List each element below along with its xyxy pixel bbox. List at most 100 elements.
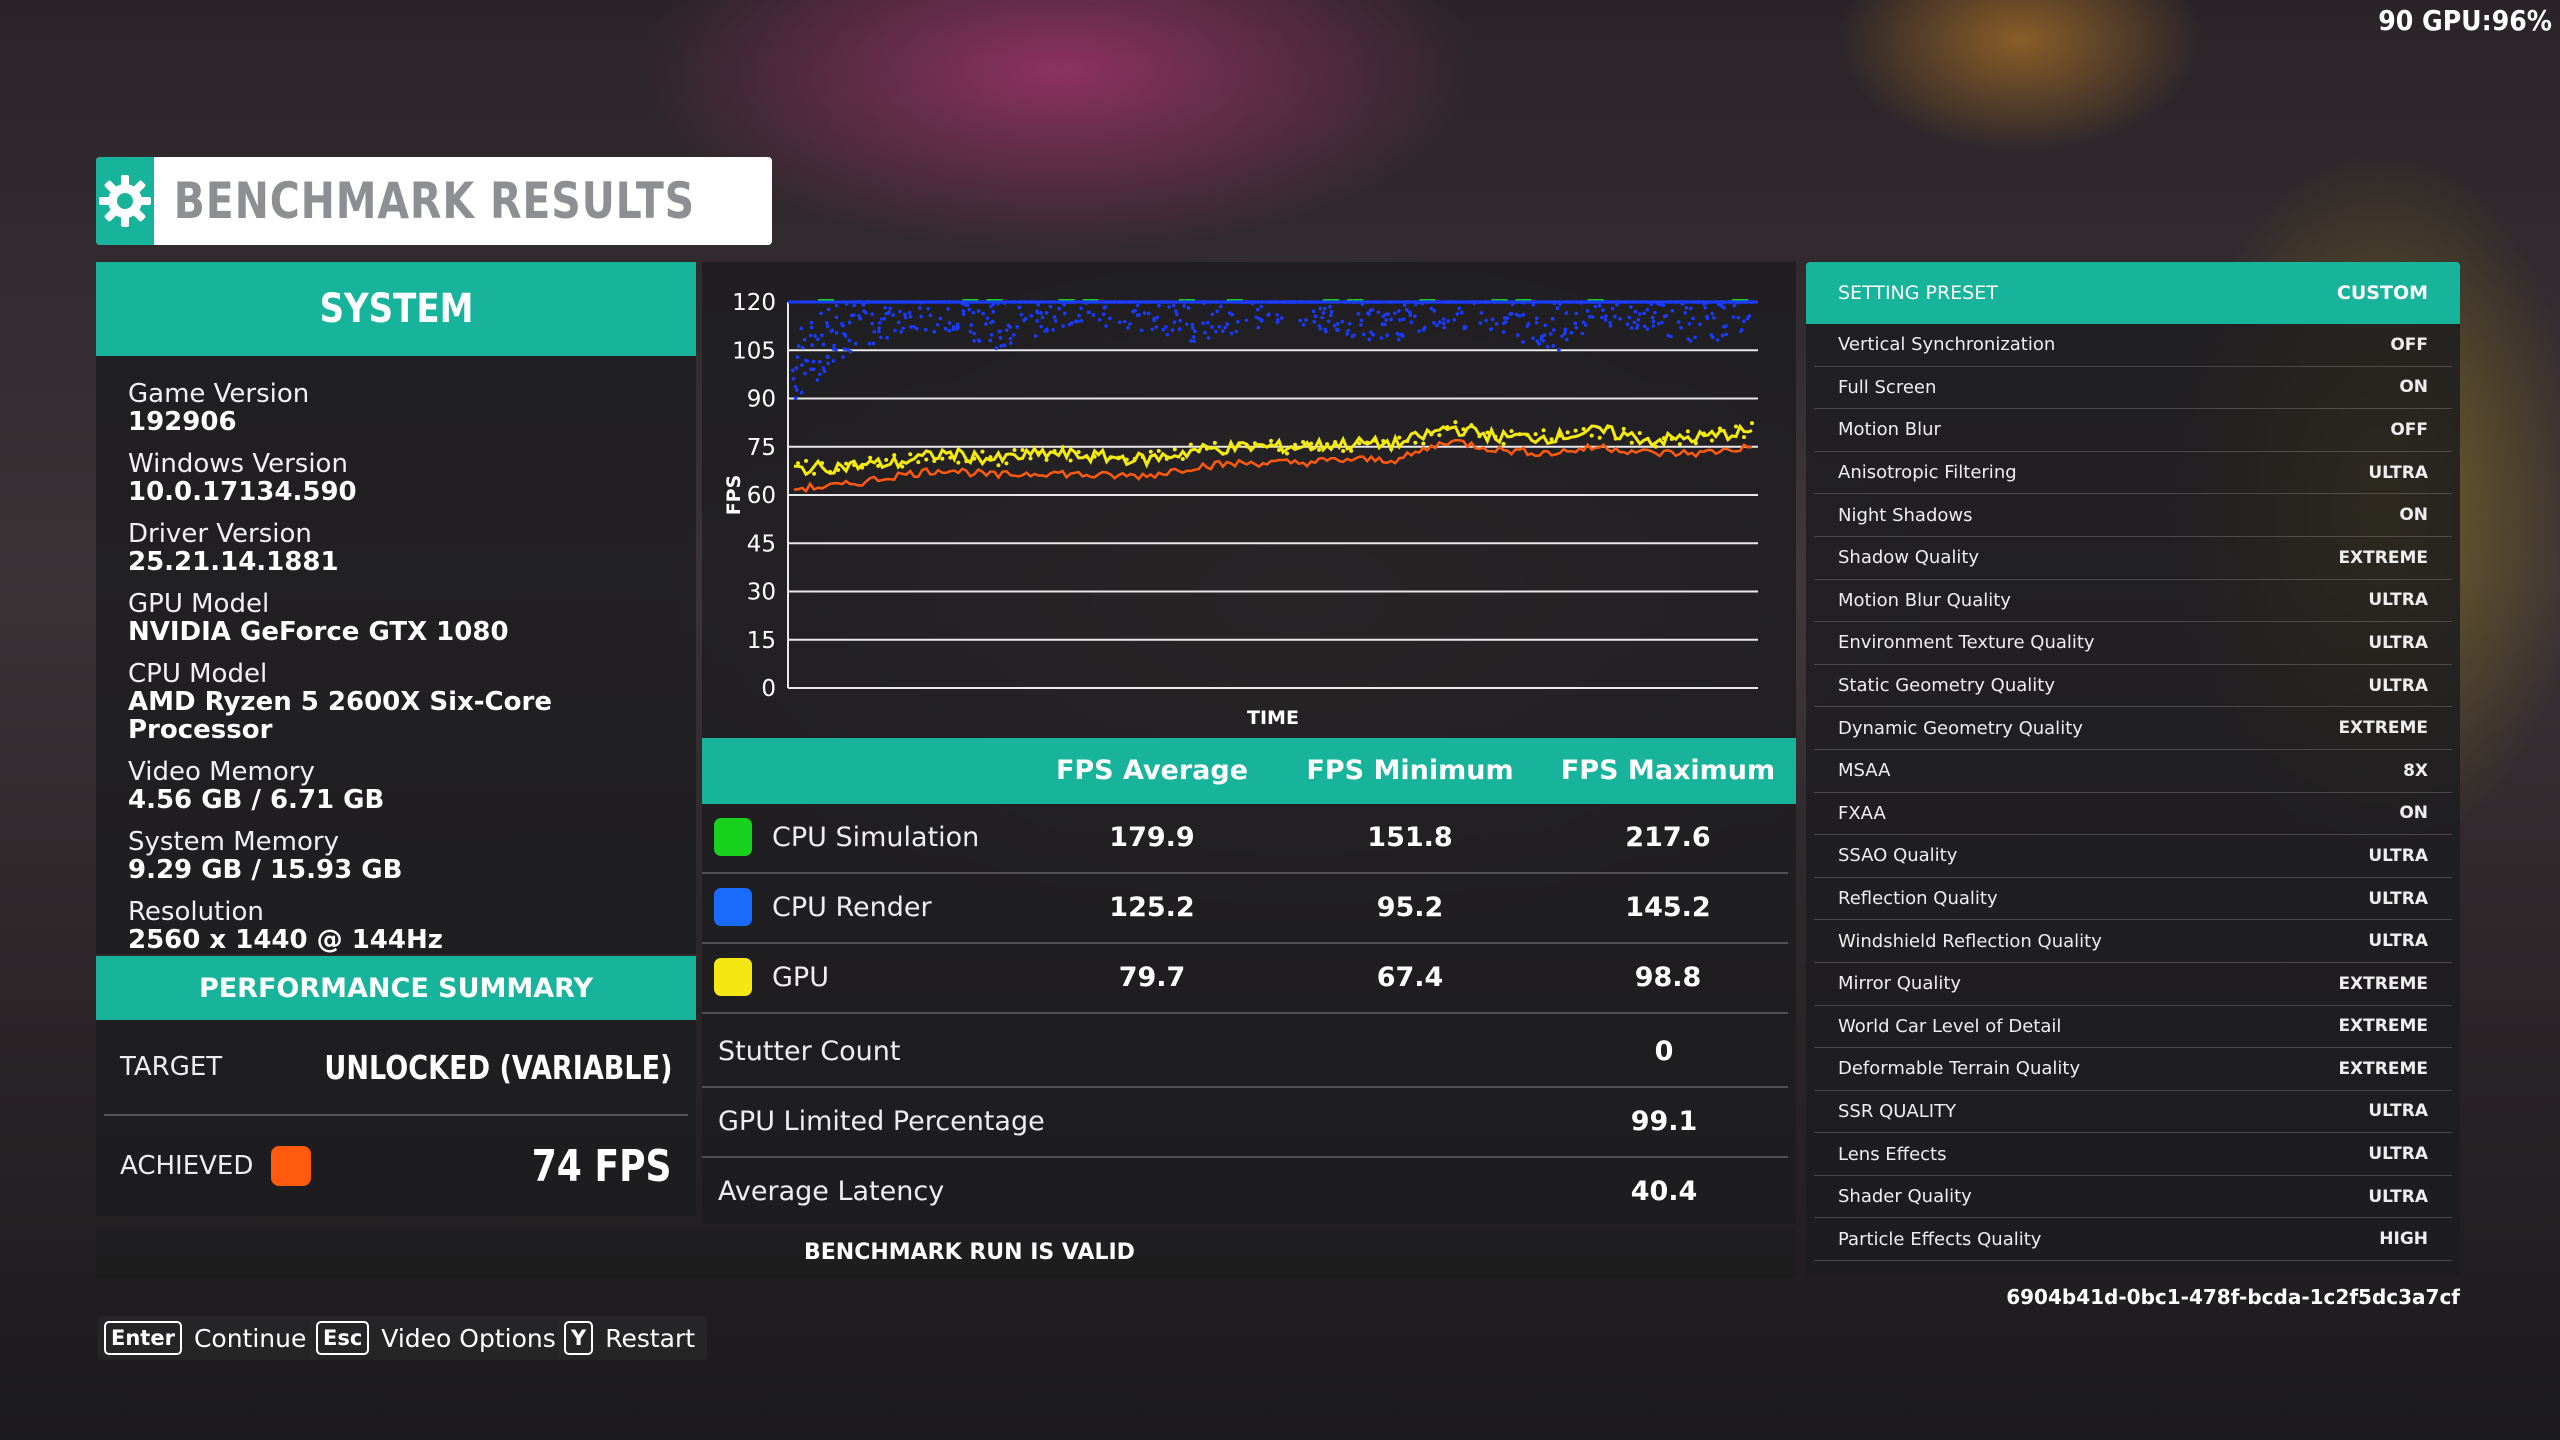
data-point: [812, 471, 817, 476]
continue-button[interactable]: Enter Continue: [98, 1316, 319, 1360]
data-point: [1196, 449, 1201, 454]
stats-extra-name: GPU Limited Percentage: [718, 1106, 1045, 1137]
stats-row: CPU Simulation 179.9 151.8 217.6: [702, 804, 1796, 874]
setting-row[interactable]: Environment Texture Quality ULTRA: [1814, 622, 2452, 665]
setting-row[interactable]: Night Shadows ON: [1814, 494, 2452, 537]
data-point: [804, 458, 809, 463]
data-point: [1701, 431, 1706, 436]
data-point: [1715, 338, 1720, 342]
data-point: [1501, 441, 1506, 446]
setting-row[interactable]: Static Geometry Quality ULTRA: [1814, 665, 2452, 708]
data-point: [1573, 321, 1578, 326]
setting-value: ULTRA: [2368, 931, 2428, 952]
video-options-button[interactable]: Esc Video Options: [310, 1316, 568, 1360]
setting-row[interactable]: Motion Blur Quality ULTRA: [1814, 580, 2452, 623]
fps-chart: 0 15 30 45 60 75 90 105 120 FPS TIME: [723, 290, 1758, 729]
data-point: [923, 327, 928, 332]
setting-row[interactable]: Mirror Quality EXTREME: [1814, 963, 2452, 1006]
data-point: [821, 342, 826, 347]
data-point: [1621, 426, 1626, 431]
y-tick-label: 75: [747, 435, 776, 461]
data-point: [1015, 325, 1019, 329]
esc-key-icon: Esc: [316, 1321, 370, 1355]
y-tick-label: 105: [732, 338, 776, 364]
data-point: [900, 464, 905, 469]
y-tick-label: 120: [732, 290, 776, 316]
data-point: [1100, 449, 1105, 454]
data-point: [1724, 324, 1728, 328]
restart-button[interactable]: Y Restart: [558, 1316, 708, 1360]
data-point: [1534, 320, 1539, 325]
data-point: [1178, 327, 1182, 331]
data-point: [908, 315, 913, 319]
data-point: [1549, 437, 1554, 442]
setting-row[interactable]: Deformable Terrain Quality EXTREME: [1814, 1048, 2452, 1091]
setting-label: Night Shadows: [1838, 504, 1973, 526]
setting-row[interactable]: SSR QUALITY ULTRA: [1814, 1091, 2452, 1134]
setting-value: EXTREME: [2338, 547, 2428, 568]
data-point: [1087, 310, 1092, 315]
setting-label: Shader Quality: [1838, 1186, 1972, 1208]
data-point: [1259, 304, 1264, 309]
data-point: [1453, 420, 1458, 425]
data-point: [858, 316, 863, 321]
setting-row[interactable]: FXAA ON: [1814, 793, 2452, 836]
y-tick-label: 60: [747, 483, 776, 509]
setting-row[interactable]: SSAO Quality ULTRA: [1814, 835, 2452, 878]
data-point: [1574, 325, 1579, 330]
series-color-swatch: [714, 888, 752, 926]
setting-row[interactable]: Motion Blur OFF: [1814, 409, 2452, 452]
data-point: [1365, 440, 1370, 445]
data-point: [1589, 433, 1594, 438]
system-item-label: GPU Model: [128, 589, 270, 619]
system-item: Video Memory 4.56 GB / 6.71 GB: [128, 758, 696, 814]
setting-row[interactable]: Reflection Quality ULTRA: [1814, 878, 2452, 921]
setting-row[interactable]: Full Screen ON: [1814, 367, 2452, 410]
data-point: [968, 329, 973, 334]
data-point: [1381, 438, 1386, 443]
data-point: [1401, 317, 1406, 322]
data-point: [1275, 312, 1280, 317]
data-point: [940, 456, 945, 461]
setting-row[interactable]: World Car Level of Detail EXTREME: [1814, 1006, 2452, 1049]
data-point: [1526, 321, 1531, 326]
data-point: [1521, 340, 1525, 344]
setting-label: Motion Blur Quality: [1838, 589, 2011, 611]
stats-cell-min: 151.8: [1367, 822, 1453, 853]
setting-row[interactable]: Windshield Reflection Quality ULTRA: [1814, 920, 2452, 963]
setting-label: Anisotropic Filtering: [1838, 462, 2017, 484]
setting-row[interactable]: Anisotropic Filtering ULTRA: [1814, 452, 2452, 495]
data-point: [903, 312, 907, 317]
data-point: [935, 322, 940, 327]
data-point: [870, 321, 875, 326]
setting-row[interactable]: MSAA 8X: [1814, 750, 2452, 793]
data-point: [1549, 332, 1553, 336]
data-point: [1461, 427, 1466, 432]
setting-row[interactable]: Dynamic Geometry Quality EXTREME: [1814, 707, 2452, 750]
setting-row[interactable]: Shadow Quality EXTREME: [1814, 537, 2452, 580]
data-point: [1557, 433, 1562, 438]
setting-label: FXAA: [1838, 802, 1886, 824]
setting-row[interactable]: Lens Effects ULTRA: [1814, 1133, 2452, 1176]
data-point: [932, 459, 937, 464]
data-point: [794, 366, 799, 370]
setting-row[interactable]: Vertical Synchronization OFF: [1814, 324, 2452, 367]
data-point: [1193, 329, 1197, 334]
setting-label: SSAO Quality: [1838, 845, 1958, 867]
data-point: [826, 361, 830, 366]
system-item: System Memory 9.29 GB / 15.93 GB: [128, 828, 696, 884]
data-point: [886, 311, 891, 315]
data-point: [1340, 319, 1345, 324]
setting-row[interactable]: Particle Effects Quality HIGH: [1814, 1218, 2452, 1262]
data-point: [1683, 310, 1687, 315]
setting-preset-header[interactable]: SETTING PRESET CUSTOM: [1806, 262, 2460, 324]
setting-row[interactable]: Shader Quality ULTRA: [1814, 1176, 2452, 1219]
setting-value: ULTRA: [2368, 1186, 2428, 1207]
data-point: [1036, 303, 1041, 307]
data-point: [871, 341, 876, 346]
data-point: [879, 335, 883, 340]
data-point: [864, 311, 868, 315]
data-point: [791, 368, 795, 373]
setting-value: ULTRA: [2368, 888, 2428, 909]
data-point: [1661, 303, 1666, 308]
